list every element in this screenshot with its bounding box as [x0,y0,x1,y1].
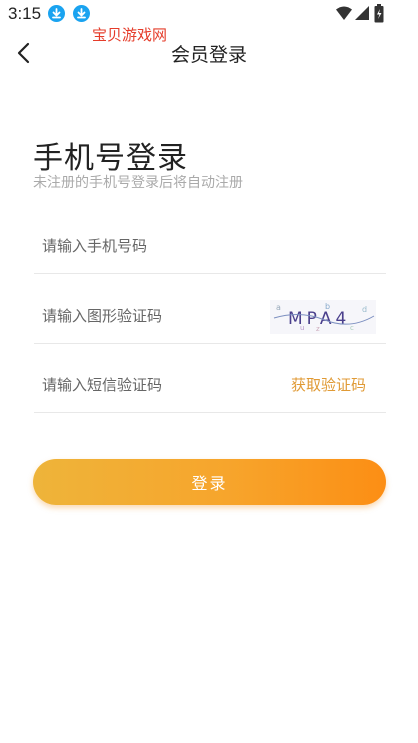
login-subheading: 未注册的手机号登录后将自动注册 [33,175,243,191]
captcha-field-row: a u b c d z MPA4 [34,288,386,344]
captcha-input[interactable] [42,288,262,343]
page-title: 会员登录 [170,44,247,66]
status-bar: 3:15 [0,0,418,28]
svg-text:c: c [350,324,354,332]
login-heading: 手机号登录 [33,141,188,176]
signal-icon [354,5,370,25]
battery-icon [374,4,384,27]
sms-field-row: 获取验证码 [34,357,386,413]
sms-code-input[interactable] [42,357,262,412]
svg-text:d: d [362,305,367,314]
download-icon [48,5,65,22]
phone-input[interactable] [42,218,262,273]
captcha-image[interactable]: a u b c d z MPA4 [270,300,376,334]
svg-text:a: a [276,303,281,312]
download-icon [73,5,90,22]
wifi-icon [335,5,353,25]
login-button[interactable]: 登录 [33,459,386,505]
status-time: 3:15 [8,4,42,23]
phone-field-row [34,218,386,274]
captcha-char: MPA4 [288,309,350,329]
get-sms-code-button[interactable]: 获取验证码 [291,374,366,395]
header: 会员登录 [0,28,418,78]
